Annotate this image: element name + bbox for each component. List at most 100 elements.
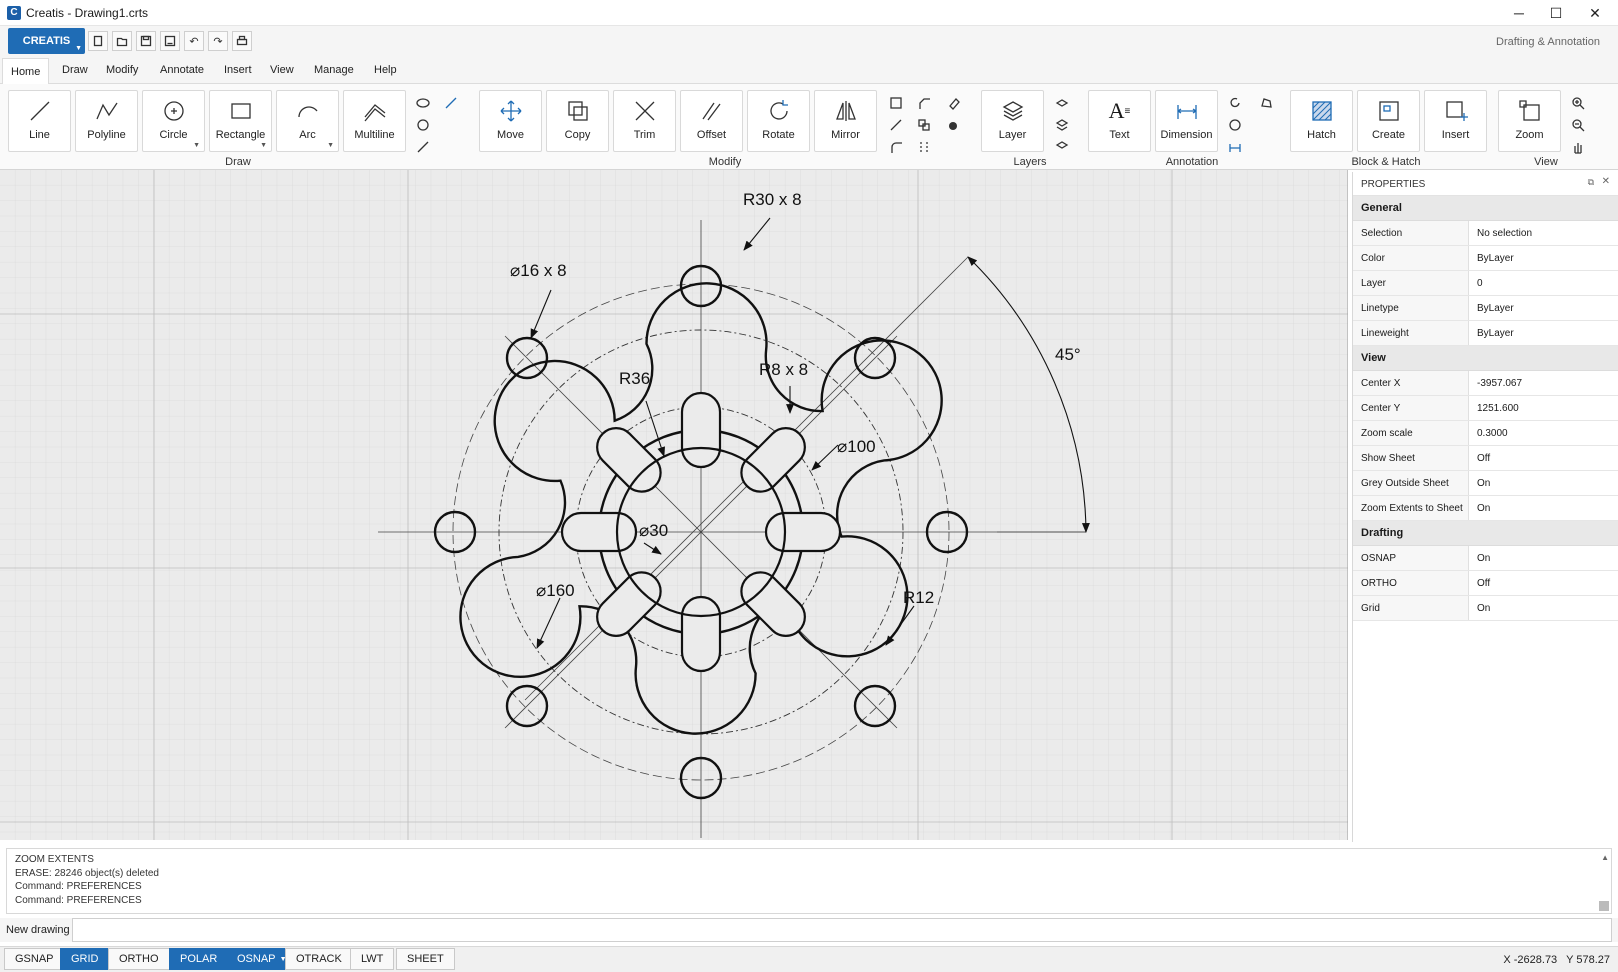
menu-home[interactable]: Home: [2, 58, 50, 85]
menu-manage[interactable]: Manage: [306, 58, 362, 82]
join-icon[interactable]: [944, 115, 964, 135]
layer-off-icon[interactable]: [1052, 93, 1072, 113]
prop-row[interactable]: Show Sheet Off: [1353, 446, 1618, 471]
scroll-up-icon[interactable]: ▲: [1601, 851, 1609, 865]
osnap-toggle[interactable]: OSNAP ▼: [226, 948, 291, 970]
insert-block-button[interactable]: Insert: [1424, 90, 1487, 152]
offset-button[interactable]: Offset: [680, 90, 743, 152]
save-as-icon[interactable]: [160, 31, 180, 51]
open-icon[interactable]: [112, 31, 132, 51]
print-icon[interactable]: [232, 31, 252, 51]
leader-icon[interactable]: [1225, 93, 1245, 113]
prop-value[interactable]: ByLayer: [1469, 296, 1514, 320]
prop-row[interactable]: Center Y 1251.600: [1353, 396, 1618, 421]
menu-view[interactable]: View: [262, 58, 302, 82]
prop-value[interactable]: No selection: [1469, 221, 1532, 245]
prop-row[interactable]: Grey Outside Sheet On: [1353, 471, 1618, 496]
prop-row[interactable]: Center X -3957.067: [1353, 371, 1618, 396]
chevron-down-icon[interactable]: ▼: [193, 142, 200, 149]
workspace-label[interactable]: Drafting & Annotation: [1496, 36, 1600, 48]
prop-row[interactable]: Linetype ByLayer: [1353, 296, 1618, 321]
layer-button[interactable]: Layer: [981, 90, 1044, 152]
polar-toggle[interactable]: POLAR: [169, 948, 229, 970]
close-panel-icon[interactable]: ✕: [1602, 176, 1610, 187]
erase-icon[interactable]: [944, 93, 964, 113]
lwt-toggle[interactable]: LWT: [350, 948, 395, 970]
dimension-button[interactable]: Dimension: [1155, 90, 1218, 152]
prop-value[interactable]: 0: [1469, 271, 1483, 295]
prop-value[interactable]: On: [1469, 496, 1490, 520]
layer-match-icon[interactable]: [1052, 137, 1072, 157]
close-icon[interactable]: ✕: [1572, 0, 1618, 26]
prop-value[interactable]: On: [1469, 546, 1490, 570]
layer-freeze-icon[interactable]: [1052, 115, 1072, 135]
undo-icon[interactable]: ↶: [184, 31, 204, 51]
move-button[interactable]: Move: [479, 90, 542, 152]
table-icon[interactable]: [1225, 115, 1245, 135]
prop-value[interactable]: On: [1469, 596, 1490, 620]
prop-row[interactable]: Lineweight ByLayer: [1353, 321, 1618, 346]
prop-row[interactable]: OSNAP On: [1353, 546, 1618, 571]
save-icon[interactable]: [136, 31, 156, 51]
zoom-in-icon[interactable]: [1568, 93, 1588, 113]
hatch-button[interactable]: Hatch: [1290, 90, 1353, 152]
prop-value[interactable]: ByLayer: [1469, 246, 1514, 270]
fillet-icon[interactable]: [886, 137, 906, 157]
circle-button[interactable]: Circle ▼: [142, 90, 205, 152]
ray-icon[interactable]: [413, 137, 433, 157]
copy-button[interactable]: Copy: [546, 90, 609, 152]
explode-icon[interactable]: [914, 115, 934, 135]
rotate-button[interactable]: Rotate: [747, 90, 810, 152]
zoom-out-icon[interactable]: [1568, 115, 1588, 135]
stretch-icon[interactable]: [886, 115, 906, 135]
sheet-toggle[interactable]: SHEET: [396, 948, 455, 970]
prop-value[interactable]: On: [1469, 471, 1490, 495]
prop-row[interactable]: Color ByLayer: [1353, 246, 1618, 271]
prop-value[interactable]: 0.3000: [1469, 421, 1508, 445]
polygon-icon[interactable]: [413, 115, 433, 135]
rectangle-button[interactable]: Rectangle ▼: [209, 90, 272, 152]
grid-toggle[interactable]: GRID: [60, 948, 110, 970]
redo-icon[interactable]: ↷: [208, 31, 228, 51]
drawing-canvas[interactable]: R30 x 8 ⌀16 x 8 R36 R8 x 8 ⌀100 ⌀30 ⌀160…: [0, 170, 1348, 840]
otrack-toggle[interactable]: OTRACK: [285, 948, 353, 970]
revcloud-icon[interactable]: [1256, 93, 1276, 113]
new-icon[interactable]: [88, 31, 108, 51]
multiline-button[interactable]: Multiline: [343, 90, 406, 152]
prop-row[interactable]: Zoom scale 0.3000: [1353, 421, 1618, 446]
menu-modify[interactable]: Modify: [98, 58, 146, 82]
chamfer-icon[interactable]: [914, 93, 934, 113]
prop-row[interactable]: Zoom Extents to Sheet On: [1353, 496, 1618, 521]
gsnap-toggle[interactable]: GSNAP: [4, 948, 65, 970]
scrollbar-thumb[interactable]: [1599, 901, 1609, 911]
polyline-button[interactable]: Polyline: [75, 90, 138, 152]
xline-icon[interactable]: [441, 93, 461, 113]
menu-draw[interactable]: Draw: [54, 58, 96, 82]
trim-button[interactable]: Trim: [613, 90, 676, 152]
prop-value[interactable]: Off: [1469, 446, 1490, 470]
zoom-button[interactable]: Zoom: [1498, 90, 1561, 152]
mirror-button[interactable]: Mirror: [814, 90, 877, 152]
text-button[interactable]: A ≡ Text: [1088, 90, 1151, 152]
create-block-button[interactable]: Create: [1357, 90, 1420, 152]
pan-icon[interactable]: [1568, 137, 1588, 157]
prop-row[interactable]: ORTHO Off: [1353, 571, 1618, 596]
app-menu-button[interactable]: CREATIS ▼: [8, 28, 85, 54]
menu-help[interactable]: Help: [366, 58, 405, 82]
pin-icon[interactable]: ⧉: [1588, 177, 1594, 188]
prop-value[interactable]: 1251.600: [1469, 396, 1519, 420]
menu-insert[interactable]: Insert: [216, 58, 260, 82]
prop-row[interactable]: Layer 0: [1353, 271, 1618, 296]
line-button[interactable]: Line: [8, 90, 71, 152]
array-icon[interactable]: [914, 137, 934, 157]
command-history[interactable]: ZOOM EXTENTS ERASE: 28246 object(s) dele…: [6, 848, 1612, 914]
ortho-toggle[interactable]: ORTHO: [108, 948, 170, 970]
prop-value[interactable]: Off: [1469, 571, 1490, 595]
menu-annotate[interactable]: Annotate: [152, 58, 212, 82]
prop-value[interactable]: ByLayer: [1469, 321, 1514, 345]
arc-button[interactable]: Arc ▼: [276, 90, 339, 152]
prop-value[interactable]: -3957.067: [1469, 371, 1522, 395]
command-input[interactable]: [72, 918, 1612, 942]
chevron-down-icon[interactable]: ▼: [260, 142, 267, 149]
scale-icon[interactable]: [886, 93, 906, 113]
